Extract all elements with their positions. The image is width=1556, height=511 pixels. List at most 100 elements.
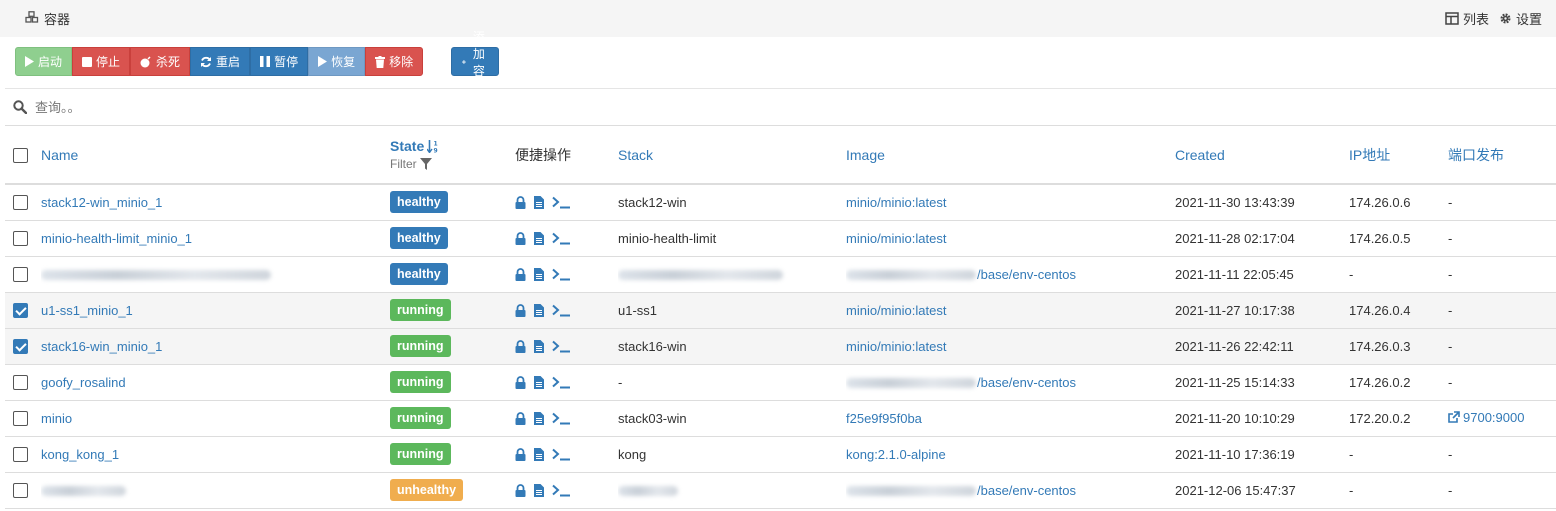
row-checkbox[interactable] <box>13 411 28 427</box>
lock-icon[interactable] <box>515 339 526 353</box>
logs-file-icon[interactable] <box>534 375 544 389</box>
image-link[interactable]: /base/env-centos <box>977 483 1076 498</box>
logs-file-icon[interactable] <box>534 195 544 209</box>
status-badge: running <box>390 407 451 429</box>
table-row[interactable]: stack12-win_minio_1 healthy stack12-win … <box>5 184 1556 220</box>
container-name-link[interactable]: minio <box>41 411 72 426</box>
table-row[interactable]: kong_kong_1 running kong kong:2.1.0-alpi… <box>5 436 1556 472</box>
stop-button[interactable]: 停止 <box>72 47 131 76</box>
settings-button[interactable]: 设置 <box>1499 9 1542 28</box>
table-row[interactable]: u1-ss1_minio_1 running u1-ss1 minio/mini… <box>5 292 1556 328</box>
logs-file-icon[interactable] <box>534 339 544 353</box>
column-name[interactable]: Name <box>41 126 390 184</box>
stack-name: stack16-win <box>618 338 687 354</box>
console-terminal-icon[interactable] <box>552 232 571 245</box>
image-link[interactable]: f25e9f95f0ba <box>846 411 922 426</box>
select-all-checkbox[interactable] <box>13 147 28 163</box>
row-checkbox[interactable] <box>13 267 28 283</box>
resume-button[interactable]: 恢复 <box>308 47 366 76</box>
container-name-link[interactable]: u1-ss1_minio_1 <box>41 303 133 318</box>
image-link[interactable]: kong:2.1.0-alpine <box>846 447 946 462</box>
container-name-link[interactable]: goofy_rosalind <box>41 375 126 390</box>
table-row[interactable]: minio running stack03-win f25e9f95f0ba 2… <box>5 400 1556 436</box>
container-name-link[interactable]: stack16-win_minio_1 <box>41 339 162 354</box>
lock-icon[interactable] <box>515 231 526 245</box>
logs-file-icon[interactable] <box>534 303 544 317</box>
container-name-link[interactable]: stack12-win_minio_1 <box>41 195 162 210</box>
row-checkbox[interactable] <box>13 339 28 355</box>
lock-icon[interactable] <box>515 447 526 461</box>
column-created[interactable]: Created <box>1175 126 1349 184</box>
play-icon <box>25 56 34 67</box>
container-name-link[interactable]: minio-health-limit_minio_1 <box>41 231 192 246</box>
start-button[interactable]: 启动 <box>15 47 73 76</box>
table-row[interactable]: stack16-win_minio_1 running stack16-win … <box>5 328 1556 364</box>
column-ip[interactable]: IP地址 <box>1349 126 1448 184</box>
lock-icon[interactable] <box>515 267 526 281</box>
image-link[interactable]: minio/minio:latest <box>846 195 946 210</box>
lock-icon[interactable] <box>515 195 526 209</box>
column-image[interactable]: Image <box>846 126 1175 184</box>
table-row[interactable]: minio-health-limit_minio_1 healthy minio… <box>5 220 1556 256</box>
row-checkbox[interactable] <box>13 483 28 499</box>
kill-button[interactable]: 杀死 <box>130 47 191 76</box>
console-terminal-icon[interactable] <box>552 304 571 317</box>
lock-icon[interactable] <box>515 483 526 497</box>
pause-button[interactable]: 暂停 <box>250 47 309 76</box>
column-stack[interactable]: Stack <box>618 126 846 184</box>
stack-cell: stack12-win <box>618 184 846 220</box>
quick-actions <box>515 483 618 497</box>
state-filter[interactable]: Filter <box>390 157 515 171</box>
ip-cell: - <box>1349 446 1354 462</box>
console-terminal-icon[interactable] <box>552 448 571 461</box>
lock-icon[interactable] <box>515 375 526 389</box>
lock-icon[interactable] <box>515 303 526 317</box>
page-header: 容器 列表 设置 <box>0 0 1556 37</box>
sort-icon[interactable]: 19 <box>427 139 440 153</box>
logs-file-icon[interactable] <box>534 267 544 281</box>
image-link[interactable]: minio/minio:latest <box>846 231 946 246</box>
image-link[interactable]: minio/minio:latest <box>846 303 946 318</box>
cubes-icon <box>25 10 39 27</box>
list-view-button[interactable]: 列表 <box>1445 9 1489 28</box>
container-name-link[interactable]: kong_kong_1 <box>41 447 119 462</box>
row-checkbox[interactable] <box>13 303 28 319</box>
lock-icon[interactable] <box>515 411 526 425</box>
created-cell: 2021-11-28 02:17:04 <box>1175 230 1295 246</box>
console-terminal-icon[interactable] <box>552 196 571 209</box>
row-checkbox[interactable] <box>13 447 28 463</box>
image-link[interactable]: /base/env-centos <box>977 375 1076 390</box>
logs-file-icon[interactable] <box>534 483 544 497</box>
column-state[interactable]: State 19 Filter <box>390 126 515 184</box>
add-container-button[interactable]: 添加容器 <box>451 30 500 95</box>
image-link[interactable]: minio/minio:latest <box>846 339 946 354</box>
image-cell: /base/env-centos <box>846 472 1175 508</box>
column-ports[interactable]: 端口发布 <box>1448 126 1556 184</box>
action-toolbar: 启动 停止 杀死 重启 暂停 恢复 移除 添加容器 <box>15 30 500 95</box>
logs-file-icon[interactable] <box>534 447 544 461</box>
stop-icon <box>82 56 93 67</box>
console-terminal-icon[interactable] <box>552 484 571 497</box>
console-terminal-icon[interactable] <box>552 376 571 389</box>
row-checkbox[interactable] <box>13 231 28 247</box>
table-row[interactable]: goofy_rosalind running - /base/env-cento… <box>5 364 1556 400</box>
logs-file-icon[interactable] <box>534 411 544 425</box>
search-input[interactable] <box>35 99 635 115</box>
console-terminal-icon[interactable] <box>552 340 571 353</box>
remove-button[interactable]: 移除 <box>365 47 424 76</box>
redacted-image-prefix <box>846 270 976 281</box>
logs-file-icon[interactable] <box>534 231 544 245</box>
row-checkbox[interactable] <box>13 375 28 391</box>
published-port-link[interactable]: 9700:9000 <box>1448 410 1524 425</box>
status-badge: running <box>390 335 451 357</box>
ip-cell: 174.26.0.4 <box>1349 302 1411 318</box>
console-terminal-icon[interactable] <box>552 268 571 281</box>
table-row[interactable]: unhealthy /base/env-centos 2021-12-06 15… <box>5 472 1556 508</box>
image-link[interactable]: /base/env-centos <box>977 267 1076 282</box>
restart-button[interactable]: 重启 <box>190 47 251 76</box>
console-terminal-icon[interactable] <box>552 412 571 425</box>
row-checkbox[interactable] <box>13 195 28 211</box>
table-row[interactable]: healthy /base/env-centos 2021-11-11 22:0… <box>5 256 1556 292</box>
ports-empty: - <box>1448 446 1453 462</box>
ports-cell: - <box>1448 364 1556 400</box>
